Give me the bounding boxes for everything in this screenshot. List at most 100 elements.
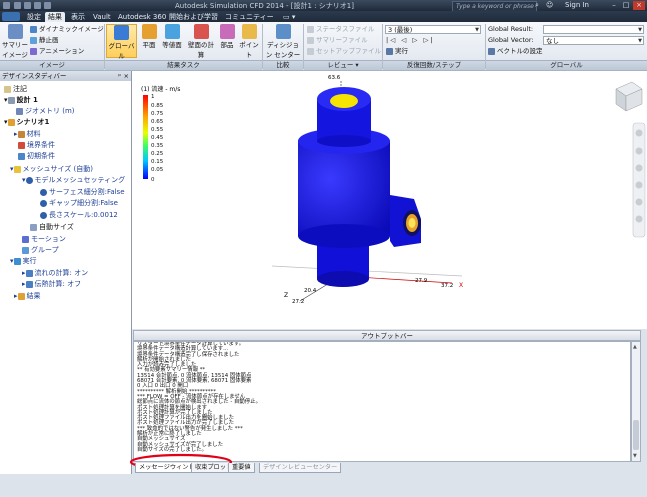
tree-item-model-mesh-settings[interactable]: ▾ モデルメッシュセッティング	[22, 175, 125, 185]
pan-icon	[635, 147, 643, 155]
app-icon[interactable]	[3, 2, 10, 9]
undo-icon[interactable]	[44, 2, 51, 9]
tab-design-review-center[interactable]: デザインレビューセンター	[259, 463, 342, 473]
picture-icon	[30, 36, 37, 44]
tree-item-results[interactable]: ▸ 結果	[14, 291, 41, 301]
plane-icon	[141, 24, 157, 39]
still-image-button[interactable]: 静止画	[30, 36, 59, 45]
tab-setup[interactable]: 設定	[24, 12, 44, 22]
note-icon	[4, 85, 11, 93]
tree-item-scenario[interactable]: ▾ シナリオ1	[4, 117, 49, 127]
group-label-review: レビュー ▾	[304, 60, 382, 70]
valve-model[interactable]	[298, 87, 421, 287]
global-task-button[interactable]: グローバル	[106, 24, 137, 60]
open-icon[interactable]	[24, 2, 31, 9]
model-view[interactable]: (1) 流速 - m/s 1 0.85 0.75 0.65 0.55 0.45 …	[132, 71, 647, 329]
pin-icon[interactable]: ᵖ	[118, 71, 121, 81]
legend-tick: 0.55	[151, 127, 164, 133]
summary-image-icon	[7, 24, 23, 39]
legend-tick: 0.25	[151, 151, 164, 157]
step-navigation[interactable]: |◁ ◁ ▷ ▷|	[386, 36, 435, 45]
geometry-icon	[16, 107, 23, 115]
close-button[interactable]: ×	[633, 1, 645, 10]
camera-icon	[30, 25, 37, 33]
isosurface-task-button[interactable]: 等値面	[160, 24, 184, 58]
info-icon	[40, 188, 47, 196]
global-vector-label: Global Vector:	[488, 36, 534, 44]
plane-task-button[interactable]: 平面	[139, 24, 159, 58]
tree-item-surface-refinement[interactable]: サーフェス細分割:False	[40, 187, 125, 197]
graphics-viewport[interactable]: (1) 流速 - m/s 1 0.85 0.75 0.65 0.55 0.45 …	[132, 71, 647, 329]
settings-icon	[25, 176, 33, 184]
tree-item-auto-size[interactable]: 自動サイズ	[30, 222, 74, 232]
tree-item-flow[interactable]: ▸ 流れの計算: オン	[22, 268, 88, 278]
point-task-button[interactable]: ポイント	[237, 24, 261, 59]
summary-file-button[interactable]: サマリーファイル	[307, 36, 368, 45]
sign-in-link[interactable]: Sign In	[565, 1, 589, 9]
point-icon	[241, 24, 257, 39]
tree-item-groups[interactable]: グループ	[22, 245, 59, 255]
tree-item-solve[interactable]: ▾ 実行	[10, 256, 37, 266]
tree-item-initial-conditions[interactable]: 初期条件	[18, 151, 55, 161]
tree-item-length-scale[interactable]: 長さスケール:0.0012	[40, 210, 118, 220]
vector-settings-button[interactable]: ベクトルの設定	[488, 47, 543, 56]
decision-center-icon	[275, 24, 291, 39]
tree-item-boundary-conditions[interactable]: 境界条件	[18, 140, 55, 150]
tree-item-gap-refinement[interactable]: ギャップ細分割:False	[40, 198, 118, 208]
close-icon[interactable]: ×	[124, 71, 129, 81]
dynamic-image-button[interactable]: ダイナミックイメージ	[30, 25, 104, 34]
application-menu-button[interactable]	[2, 12, 20, 21]
next-step-icon: ▷	[412, 36, 420, 44]
user-icon[interactable]: ☺	[546, 1, 554, 9]
tree-item-notes[interactable]: 注記	[4, 84, 27, 94]
parts-task-button[interactable]: 部品	[218, 24, 236, 58]
scrollbar-thumb[interactable]	[633, 420, 639, 450]
minimize-button[interactable]: –	[608, 1, 620, 10]
tab-critical-values[interactable]: 重要値	[228, 463, 255, 473]
wall-calc-task-button[interactable]: 壁面の計算	[185, 24, 217, 59]
tree-item-motion[interactable]: モーション	[22, 234, 66, 244]
scenario-icon	[7, 118, 15, 126]
tab-autodesk-360[interactable]: Autodesk 360	[115, 12, 169, 22]
output-scrollbar[interactable]: ▲ ▼	[631, 341, 641, 462]
tree-item-geometry[interactable]: ジオメトリ (m)	[16, 106, 75, 116]
legend-tick: 0.35	[151, 143, 164, 149]
ribbon: サマリー イメージ ダイナミックイメージ 静止画 アニメーション イメージ グロ…	[0, 22, 647, 71]
navigation-bar[interactable]	[632, 122, 646, 238]
file-icon	[307, 47, 314, 55]
maximize-button[interactable]: □	[620, 1, 632, 10]
view-cube[interactable]	[615, 81, 643, 112]
run-button[interactable]: 実行	[386, 47, 408, 56]
axis-label-z2: 27.2	[292, 299, 304, 305]
tab-getting-started[interactable]: 開始および学習	[166, 12, 221, 22]
results-icon	[17, 292, 25, 300]
decision-center-button[interactable]: ディシジョン センター	[264, 24, 302, 59]
new-icon[interactable]	[14, 2, 21, 9]
tab-results[interactable]: 結果	[45, 12, 65, 22]
search-icon[interactable]: ⌕	[535, 1, 543, 9]
tab-vault[interactable]: Vault	[90, 12, 114, 22]
output-log[interactable]: リスタート境界条件データ計算しています。 境界条件データ構造計算しています...…	[133, 341, 631, 462]
tree-item-heat-transfer[interactable]: ▸ 伝熱計算: オフ	[22, 279, 81, 289]
status-file-button[interactable]: ステータスファイル	[307, 25, 375, 34]
summary-image-button[interactable]: サマリー イメージ	[2, 24, 28, 59]
steering-wheel-icon	[635, 129, 643, 137]
tree-item-mesh-size[interactable]: ▾ メッシュサイズ (自動)	[10, 164, 93, 174]
tab-community[interactable]: コミュニティー	[222, 12, 277, 22]
tab-view[interactable]: 表示	[68, 12, 88, 22]
orbit-icon	[635, 181, 643, 189]
global-vector-select[interactable]: なし ▼	[543, 36, 644, 45]
tree-item-materials[interactable]: ▸ 材料	[14, 129, 41, 139]
global-result-select[interactable]: ▼	[543, 25, 644, 34]
save-icon[interactable]	[34, 2, 41, 9]
prev-step-icon: ◁	[401, 36, 409, 44]
setup-file-button[interactable]: セットアップファイル	[307, 47, 381, 56]
vector-icon	[488, 47, 495, 55]
ribbon-options[interactable]: ▭ ▾	[280, 12, 298, 22]
animation-button[interactable]: アニメーション	[30, 47, 84, 56]
design-icon	[7, 96, 15, 104]
iteration-select[interactable]: 3 (最後) ▼	[385, 25, 481, 34]
tree-item-design[interactable]: ▾ 設計 1	[4, 95, 38, 105]
file-icon	[307, 25, 314, 33]
fit-icon	[635, 215, 643, 223]
